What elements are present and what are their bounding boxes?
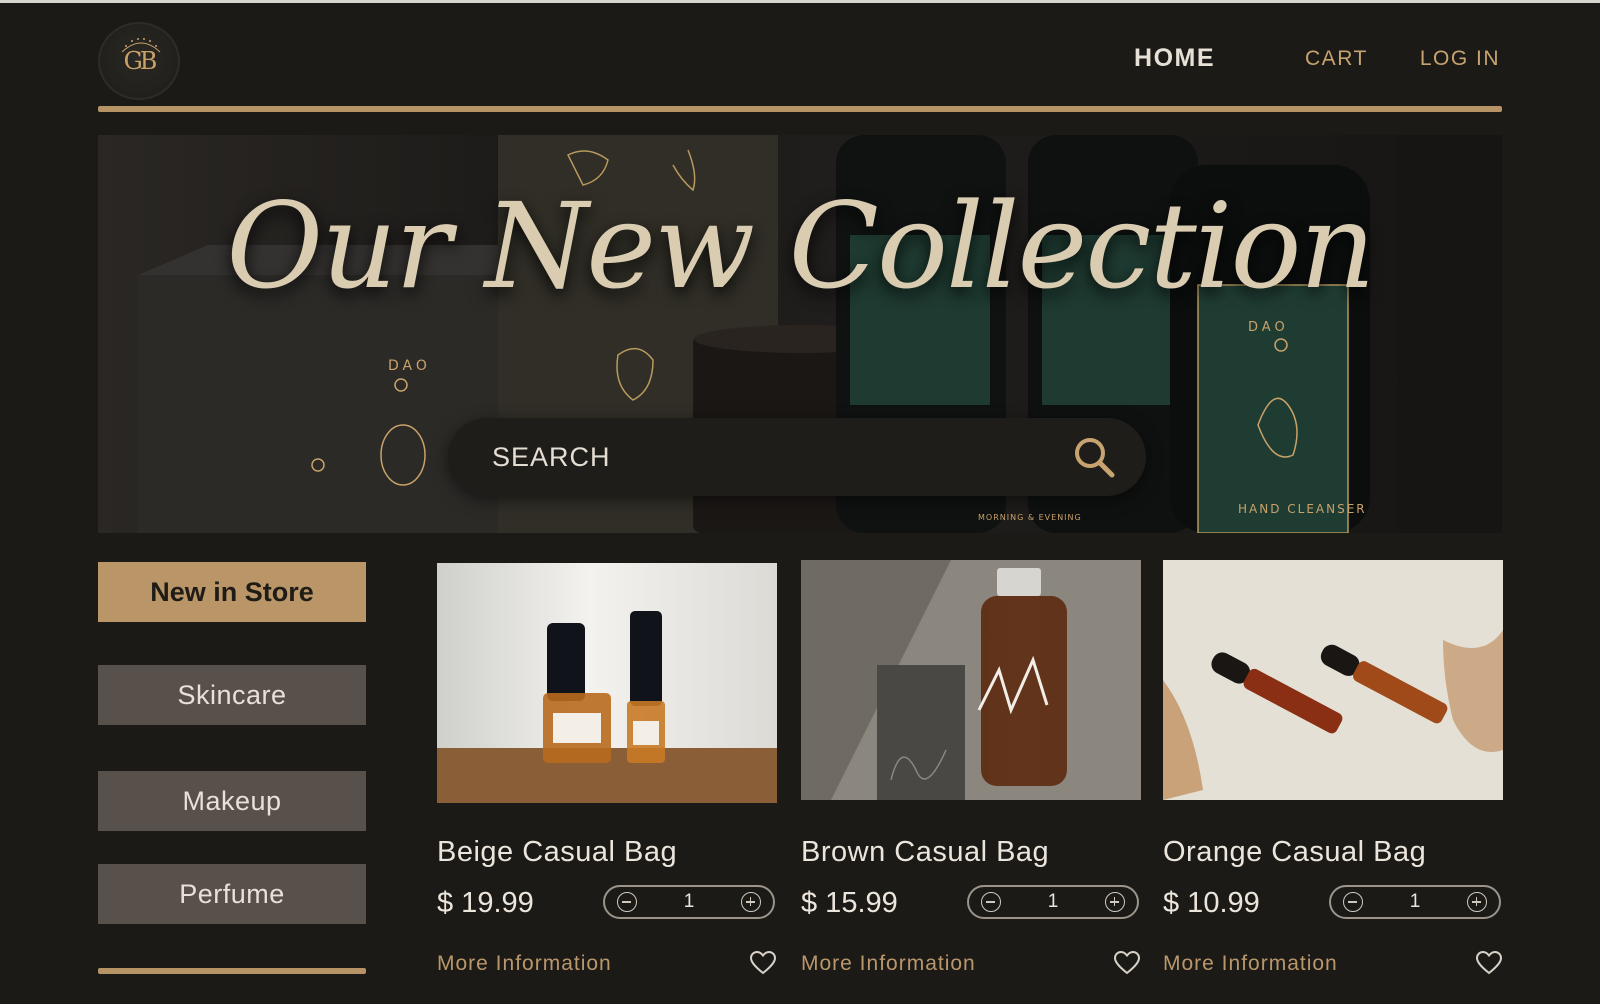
product-price: $ 15.99 bbox=[801, 887, 898, 919]
product-card: Brown Casual Bag $ 15.99 1 More Informat… bbox=[801, 560, 1141, 990]
header-divider bbox=[98, 106, 1502, 112]
decrease-quantity-button[interactable] bbox=[981, 892, 1001, 912]
product-image[interactable] bbox=[437, 563, 777, 803]
more-information-link[interactable]: More Information bbox=[1163, 952, 1338, 976]
product-name: Beige Casual Bag bbox=[437, 836, 678, 868]
product-name: Orange Casual Bag bbox=[1163, 836, 1427, 868]
nav-home-link[interactable]: HOME bbox=[1134, 44, 1215, 73]
brand-logo[interactable]: GB bbox=[98, 22, 180, 100]
product-image[interactable] bbox=[1163, 560, 1503, 800]
bottle-hand-cleanser-label: HAND CLEANSER bbox=[1238, 502, 1367, 516]
jar-label: MORNING & EVENING bbox=[978, 513, 1082, 522]
heart-icon[interactable] bbox=[1113, 950, 1141, 976]
decrease-quantity-button[interactable] bbox=[1343, 892, 1363, 912]
product-price: $ 10.99 bbox=[1163, 887, 1260, 919]
category-makeup[interactable]: Makeup bbox=[98, 771, 366, 831]
product-price: $ 19.99 bbox=[437, 887, 534, 919]
product-name: Brown Casual Bag bbox=[801, 836, 1050, 868]
category-new-in-store[interactable]: New in Store bbox=[98, 562, 366, 622]
quantity-stepper: 1 bbox=[603, 885, 775, 919]
heart-icon[interactable] bbox=[749, 950, 777, 976]
quantity-value: 1 bbox=[1047, 891, 1059, 912]
increase-quantity-button[interactable] bbox=[1104, 892, 1125, 912]
quantity-stepper: 1 bbox=[1329, 885, 1501, 919]
hero-banner: DAO DAO HAND CLEANSER MORNING & EVENING … bbox=[98, 135, 1502, 533]
hero-title: Our New Collection bbox=[226, 177, 1375, 315]
logo-ring-icon bbox=[121, 38, 161, 53]
increase-quantity-button[interactable] bbox=[1466, 892, 1487, 912]
product-card: Beige Casual Bag $ 19.99 1 More Informat… bbox=[437, 560, 777, 990]
more-information-link[interactable]: More Information bbox=[437, 952, 612, 976]
quantity-stepper: 1 bbox=[967, 885, 1139, 919]
main-nav: HOME CART LOG IN bbox=[1134, 44, 1500, 73]
product-card: Orange Casual Bag $ 10.99 1 More Informa… bbox=[1163, 560, 1503, 990]
nav-login-link[interactable]: LOG IN bbox=[1420, 47, 1500, 71]
search-icon[interactable] bbox=[1072, 435, 1116, 479]
bottle-brand-label: DAO bbox=[1248, 320, 1289, 335]
nav-cart-link[interactable]: CART bbox=[1305, 47, 1368, 71]
quantity-value: 1 bbox=[1409, 891, 1421, 912]
top-edge-line bbox=[0, 0, 1600, 3]
search-input[interactable] bbox=[492, 441, 1072, 473]
box-brand-label: DAO bbox=[388, 358, 431, 374]
decrease-quantity-button[interactable] bbox=[617, 892, 637, 912]
category-skincare[interactable]: Skincare bbox=[98, 665, 366, 725]
quantity-value: 1 bbox=[683, 891, 695, 912]
sidebar-divider bbox=[98, 968, 366, 974]
more-information-link[interactable]: More Information bbox=[801, 952, 976, 976]
product-image[interactable] bbox=[801, 560, 1141, 800]
search-bar[interactable] bbox=[448, 418, 1146, 496]
increase-quantity-button[interactable] bbox=[740, 892, 761, 912]
category-perfume[interactable]: Perfume bbox=[98, 864, 366, 924]
heart-icon[interactable] bbox=[1475, 950, 1503, 976]
